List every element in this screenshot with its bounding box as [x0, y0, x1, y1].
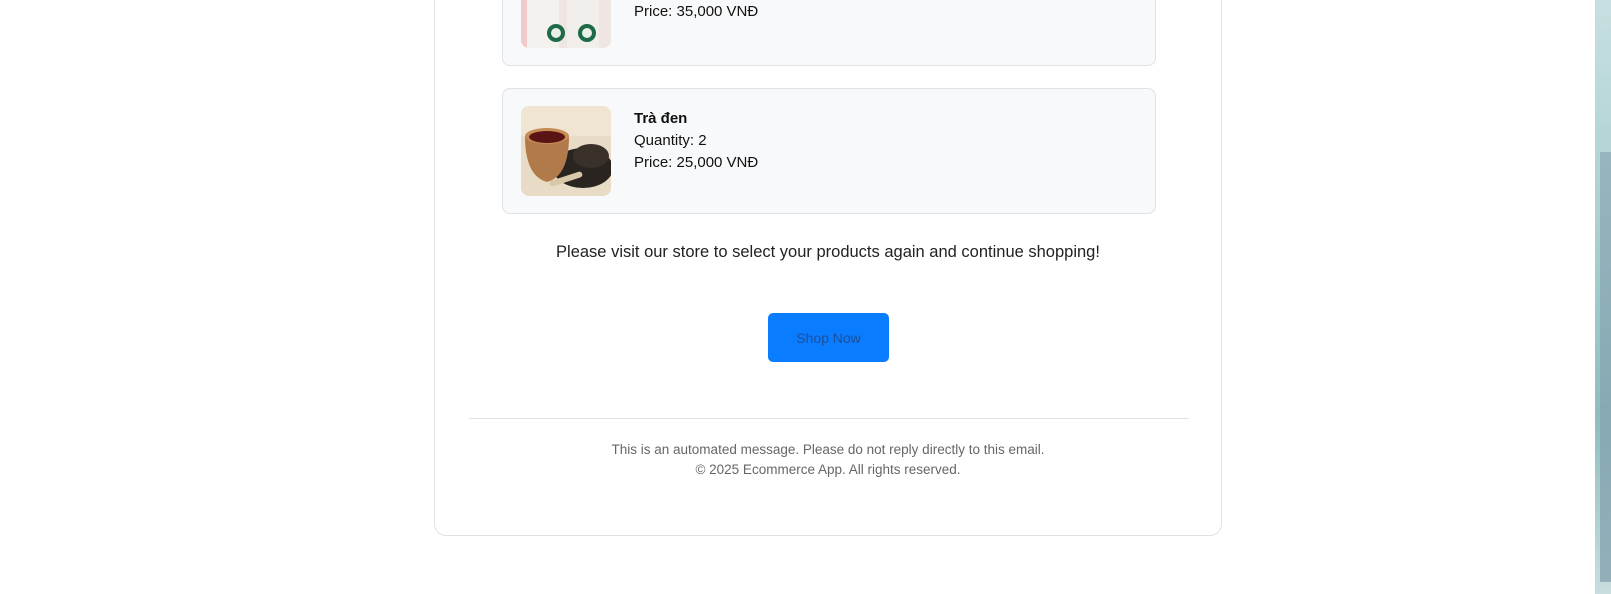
scrollbar-thumb[interactable] [1600, 152, 1611, 582]
continue-shopping-message: Please visit our store to select your pr… [556, 243, 1100, 261]
black-tea-image [521, 106, 611, 196]
item-price: Price: 25,000 VNĐ [634, 154, 759, 171]
item-price: Price: 35,000 VNĐ [634, 3, 759, 20]
footer-divider [469, 418, 1189, 419]
item-name: Trà đen [634, 110, 688, 127]
order-item: Trà đen Quantity: 2 Price: 25,000 VNĐ [502, 88, 1156, 214]
shop-now-button[interactable]: Shop Now [768, 313, 889, 362]
email-footer: This is an automated message. Please do … [434, 440, 1222, 480]
copyright-text: © 2025 Ecommerce App. All rights reserve… [695, 462, 961, 477]
email-page: Price: 35,000 VNĐ Trà đen Quantity: 2 Pr… [0, 0, 1611, 594]
starbucks-cups-image [521, 0, 611, 48]
item-quantity: Quantity: 2 [634, 132, 707, 149]
order-item: Price: 35,000 VNĐ [502, 0, 1156, 66]
automated-message-notice: This is an automated message. Please do … [611, 442, 1045, 457]
item-info: Trà đen Quantity: 2 Price: 25,000 VNĐ [634, 108, 758, 174]
item-info: Price: 35,000 VNĐ [634, 1, 758, 23]
